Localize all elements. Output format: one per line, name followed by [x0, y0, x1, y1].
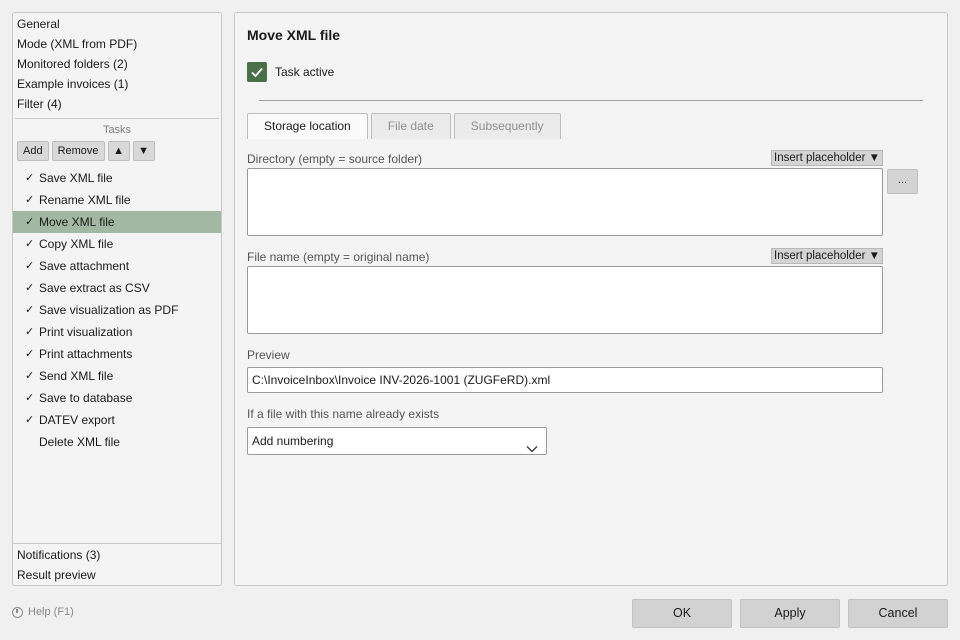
task-item[interactable]: ✓ DATEV export	[13, 409, 221, 431]
task-label: Rename XML file	[39, 193, 131, 207]
task-active-checkbox[interactable]: Task active	[247, 62, 334, 82]
preview-label: Preview	[247, 348, 290, 362]
task-settings-panel: Move XML file Task active Storage locati…	[234, 12, 948, 586]
checkmark-icon: ✓	[25, 282, 35, 294]
divider	[259, 100, 923, 101]
sidebar-bottom: Notifications (3) Result preview	[13, 543, 221, 585]
checkmark-icon: ✓	[25, 392, 35, 404]
task-item[interactable]: ✓ Print visualization	[13, 321, 221, 343]
insert-placeholder-button[interactable]: Insert placeholder ▼	[771, 248, 883, 264]
checkmark-icon: ✓	[25, 172, 35, 184]
task-item[interactable]: Delete XML file	[13, 431, 221, 453]
exists-selected-value: Add numbering	[252, 434, 334, 448]
task-label: Copy XML file	[39, 237, 114, 251]
browse-button[interactable]: ...	[887, 169, 918, 194]
move-down-button[interactable]: ▼	[132, 141, 155, 161]
chevron-down-icon	[526, 436, 538, 462]
task-label: Save visualization as PDF	[39, 303, 179, 317]
checkmark-icon: ✓	[25, 370, 35, 382]
task-item[interactable]: ✓ Save visualization as PDF	[13, 299, 221, 321]
task-item[interactable]: ✓ Save XML file	[13, 167, 221, 189]
exists-label: If a file with this name already exists	[247, 407, 440, 421]
insert-placeholder-button[interactable]: Insert placeholder ▼	[771, 150, 883, 166]
task-item[interactable]: ✓ Print attachments	[13, 343, 221, 365]
checkmark-icon: ✓	[25, 304, 35, 316]
tab-file-date[interactable]: File date	[370, 113, 451, 139]
tab-storage-location[interactable]: Storage location	[247, 113, 368, 139]
remove-task-button[interactable]: Remove	[51, 141, 105, 161]
help-link[interactable]: Help (F1)	[12, 606, 74, 618]
task-list: ✓ Save XML file ✓ Rename XML file ✓ Move XM…	[13, 167, 221, 453]
task-label: DATEV export	[39, 413, 115, 427]
task-item[interactable]: ✓ Rename XML file	[13, 189, 221, 211]
task-active-label: Task active	[275, 65, 335, 79]
checkmark-icon: ✓	[25, 238, 35, 250]
checkmark-icon: ✓	[25, 348, 35, 360]
task-item[interactable]: ✓ Save attachment	[13, 255, 221, 277]
task-label: Move XML file	[39, 215, 115, 229]
checkmark-icon: ✓	[25, 216, 35, 228]
task-label: Save extract as CSV	[39, 281, 150, 295]
task-item-selected[interactable]: ✓ Move XML file	[13, 211, 221, 233]
nav-general[interactable]: General	[13, 14, 221, 34]
nav-example-invoices[interactable]: Example invoices (1)	[13, 74, 221, 94]
page-title: Move XML file	[247, 27, 341, 43]
checkmark-icon: ✓	[25, 260, 35, 272]
tasks-toolbar: Add Remove ▲ ▼	[13, 138, 221, 164]
filename-label: File name (empty = original name)	[247, 250, 430, 264]
ok-button[interactable]: OK	[632, 599, 732, 628]
cancel-button[interactable]: Cancel	[848, 599, 948, 628]
task-item[interactable]: ✓ Copy XML file	[13, 233, 221, 255]
task-label: Delete XML file	[39, 435, 120, 449]
checkmark-icon: ✓	[25, 326, 35, 338]
task-label: Save XML file	[39, 171, 113, 185]
filename-field[interactable]	[247, 266, 883, 334]
task-label: Print visualization	[39, 325, 133, 339]
preview-field[interactable]: C:\InvoiceInbox\Invoice INV-2026-1001 (Z…	[247, 367, 883, 393]
nav-result-preview[interactable]: Result preview	[13, 565, 221, 585]
apply-button[interactable]: Apply	[740, 599, 840, 628]
task-label: Send XML file	[39, 369, 114, 383]
checkmark-icon: ✓	[25, 414, 35, 426]
tab-subsequently[interactable]: Subsequently	[453, 113, 561, 139]
move-up-button[interactable]: ▲	[107, 141, 130, 161]
task-label: Save to database	[39, 391, 133, 405]
nav-notifications[interactable]: Notifications (3)	[13, 545, 221, 565]
task-item[interactable]: ✓ Save to database	[13, 387, 221, 409]
task-item[interactable]: ✓ Save extract as CSV	[13, 277, 221, 299]
task-label: Save attachment	[39, 259, 130, 273]
directory-field[interactable]	[247, 168, 883, 236]
nav-monitored-folders[interactable]: Monitored folders (2)	[13, 54, 221, 74]
nav-filter[interactable]: Filter (4)	[13, 94, 221, 114]
task-item[interactable]: ✓ Send XML file	[13, 365, 221, 387]
help-label: Help (F1)	[28, 606, 74, 618]
checkbox-checked-icon[interactable]	[247, 62, 267, 82]
exists-dropdown[interactable]: Add numbering	[247, 427, 547, 455]
help-icon	[12, 606, 23, 618]
nav-mode[interactable]: Mode (XML from PDF)	[13, 34, 221, 54]
checkmark-icon: ✓	[25, 194, 35, 206]
tasks-header: Tasks	[15, 118, 219, 138]
settings-sidebar: General Mode (XML from PDF) Monitored fo…	[12, 12, 222, 586]
add-task-button[interactable]: Add	[17, 141, 49, 161]
directory-label: Directory (empty = source folder)	[247, 152, 423, 166]
tab-bar: Storage location File date Subsequently	[247, 113, 561, 139]
task-label: Print attachments	[39, 347, 133, 361]
